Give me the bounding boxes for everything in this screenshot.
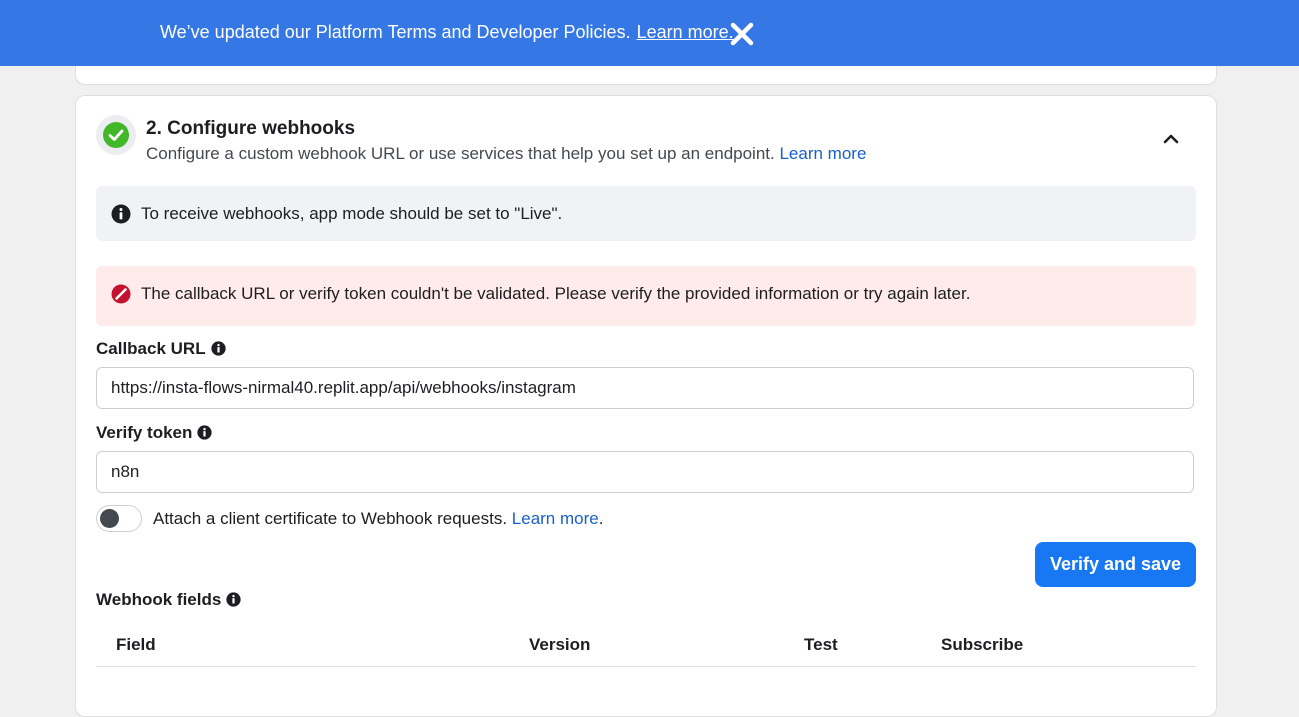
column-header-field: Field xyxy=(116,635,156,654)
webhook-fields-label: Webhook fields xyxy=(96,589,241,613)
validation-error-text: The callback URL or verify token couldn'… xyxy=(141,284,971,303)
verify-token-input[interactable] xyxy=(96,451,1194,493)
column-header-version: Version xyxy=(529,635,591,654)
policy-update-banner: We’ve updated our Platform Terms and Dev… xyxy=(0,0,1299,66)
verify-token-label-text: Verify token xyxy=(96,423,193,442)
webhook-fields-label-text: Webhook fields xyxy=(96,590,222,609)
column-header-subscribe: Subscribe xyxy=(941,635,1024,654)
check-circle-icon xyxy=(103,122,129,148)
section-title: 2. Configure webhooks xyxy=(146,118,356,139)
validation-error-notice: The callback URL or verify token couldn'… xyxy=(96,266,1196,326)
verify-and-save-button[interactable]: Verify and save xyxy=(1035,542,1196,587)
info-icon[interactable] xyxy=(226,591,241,613)
error-icon xyxy=(111,284,131,309)
toggle-knob xyxy=(100,509,119,528)
column-header-test: Test xyxy=(804,635,838,654)
step-status-badge xyxy=(96,115,136,155)
section-description-text: Configure a custom webhook URL or use se… xyxy=(146,144,775,163)
section-learn-more-link[interactable]: Learn more xyxy=(779,144,866,163)
verify-token-label: Verify token xyxy=(96,422,212,446)
banner-text: We’ve updated our Platform Terms and Dev… xyxy=(160,22,631,42)
callback-url-input[interactable] xyxy=(96,367,1194,409)
info-icon[interactable] xyxy=(197,424,212,446)
client-certificate-toggle[interactable] xyxy=(96,505,142,532)
client-certificate-text: Attach a client certificate to Webhook r… xyxy=(153,509,508,528)
info-icon[interactable] xyxy=(210,340,226,362)
banner-message: We’ve updated our Platform Terms and Dev… xyxy=(160,20,734,44)
live-mode-notice: To receive webhooks, app mode should be … xyxy=(96,186,1196,241)
info-icon xyxy=(111,204,131,229)
live-mode-notice-text: To receive webhooks, app mode should be … xyxy=(141,204,563,223)
callback-url-label: Callback URL xyxy=(96,338,226,362)
banner-learn-more-link[interactable]: Learn more. xyxy=(637,22,734,42)
client-certificate-learn-more-link[interactable]: Learn more xyxy=(512,509,599,528)
client-certificate-label: Attach a client certificate to Webhook r… xyxy=(153,508,603,530)
chevron-up-icon[interactable] xyxy=(1158,126,1184,150)
callback-url-label-text: Callback URL xyxy=(96,339,206,358)
client-certificate-suffix: . xyxy=(598,509,604,528)
close-icon[interactable] xyxy=(729,21,755,47)
section-description: Configure a custom webhook URL or use se… xyxy=(146,143,866,165)
